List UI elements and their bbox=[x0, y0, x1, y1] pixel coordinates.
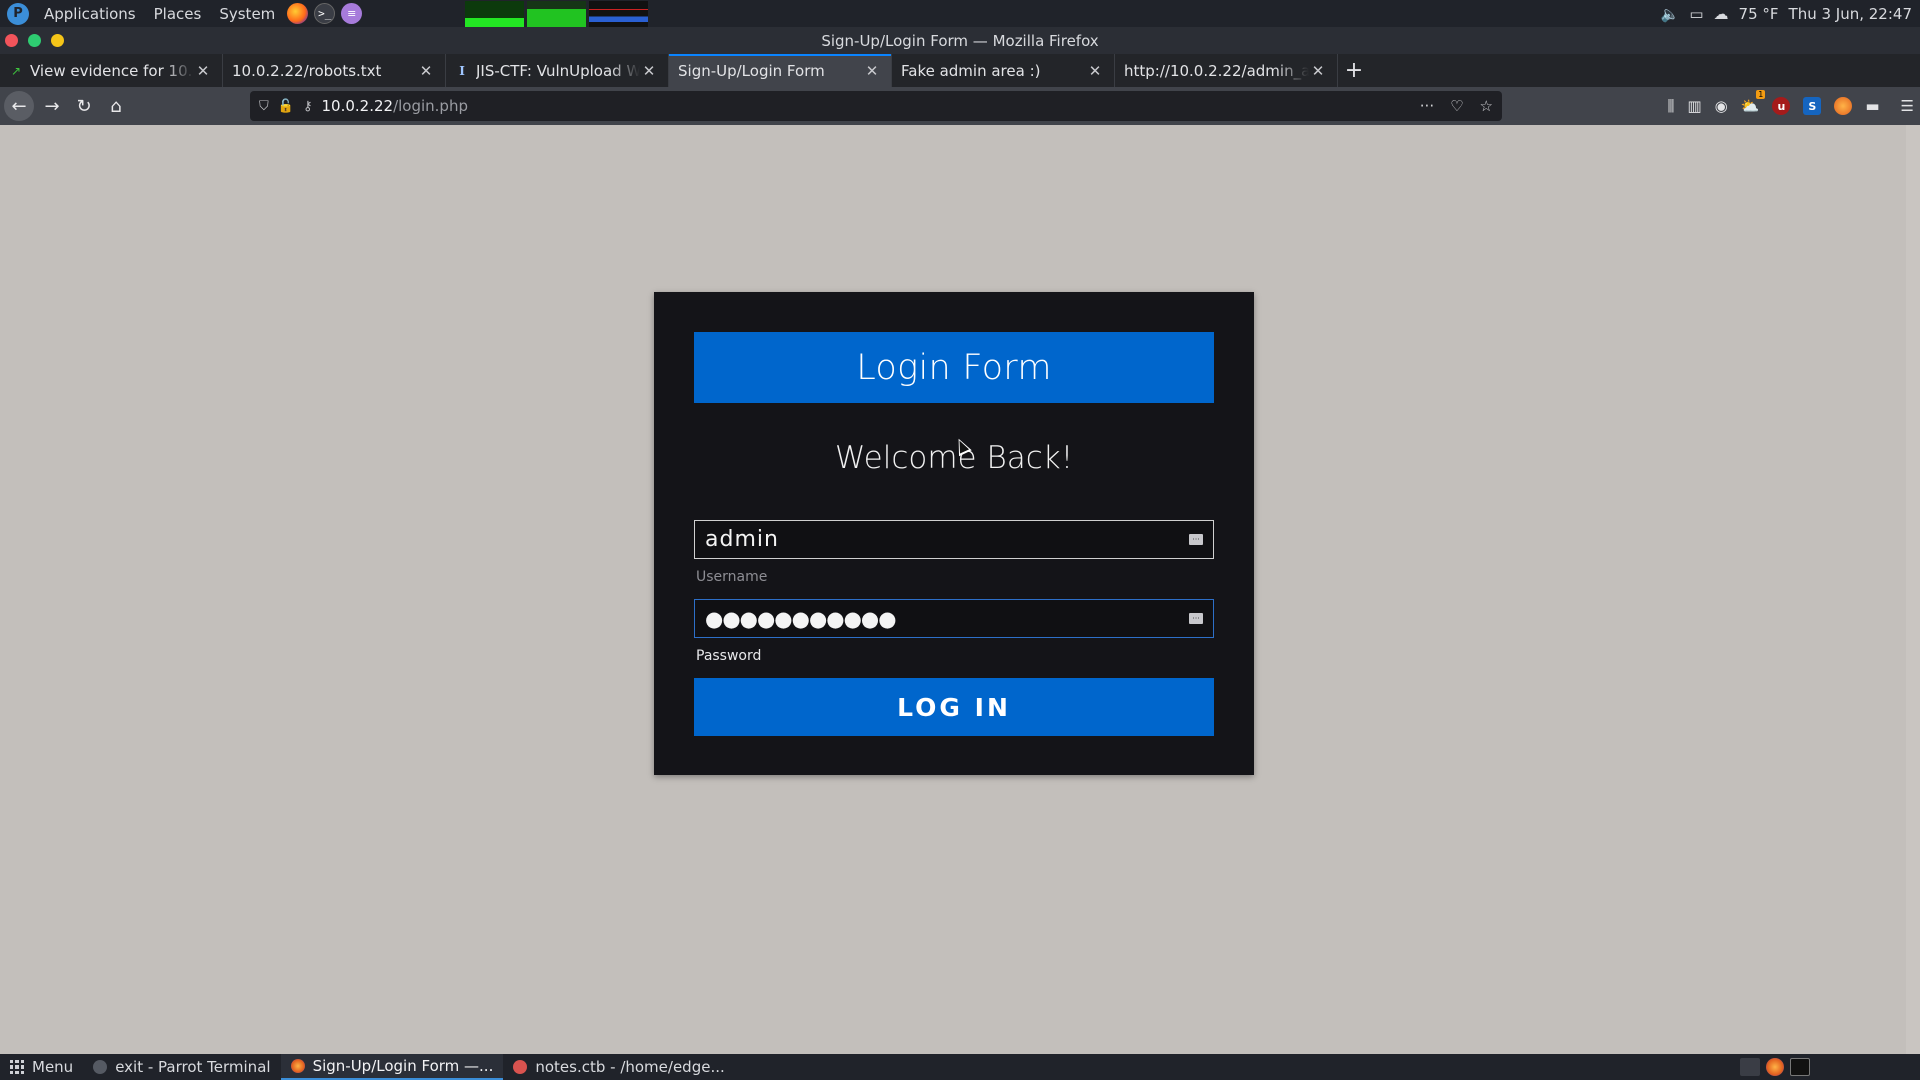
tab-close-icon[interactable]: ✕ bbox=[863, 62, 881, 80]
form-header: Login Form bbox=[694, 332, 1214, 403]
system-menu[interactable]: System bbox=[210, 0, 284, 27]
text-editor-launcher-icon[interactable]: ≡ bbox=[341, 3, 363, 24]
taskbar-item-label: exit - Parrot Terminal bbox=[115, 1058, 271, 1076]
tab-close-icon[interactable]: ✕ bbox=[417, 62, 435, 80]
places-menu[interactable]: Places bbox=[145, 0, 211, 27]
workspace-switcher-icon[interactable] bbox=[1790, 1058, 1810, 1076]
page-content: Login Form Welcome Back! admin ··· Usern… bbox=[0, 125, 1920, 1054]
page-actions-icon[interactable]: ··· bbox=[1420, 97, 1434, 115]
firefox-icon bbox=[290, 1059, 305, 1073]
system-monitors bbox=[465, 0, 651, 27]
s-extension-icon[interactable]: S bbox=[1803, 97, 1822, 115]
firefox-launcher-icon[interactable] bbox=[287, 3, 309, 24]
url-path: /login.php bbox=[393, 97, 468, 115]
window-maximize-button[interactable] bbox=[28, 34, 41, 47]
taskbar-menu-button[interactable]: Menu bbox=[0, 1058, 83, 1076]
tab-login-form[interactable]: Sign-Up/Login Form ✕ bbox=[669, 54, 892, 87]
taskbar-item-terminal[interactable]: exit - Parrot Terminal bbox=[83, 1054, 280, 1080]
keyboard-tray-icon[interactable] bbox=[1740, 1058, 1760, 1076]
back-arrow-icon[interactable]: ← bbox=[4, 91, 34, 121]
taskbar-item-notes[interactable]: notes.ctb - /home/edge... bbox=[503, 1054, 734, 1080]
account-icon[interactable]: ◉ bbox=[1715, 97, 1728, 115]
ublock-icon[interactable]: u bbox=[1772, 97, 1791, 115]
tab-title: JIS-CTF: VulnUpload Wa bbox=[476, 61, 640, 80]
key-icon[interactable]: ⚷ bbox=[303, 99, 313, 114]
password-label: Password bbox=[696, 648, 762, 664]
hamburger-menu-icon[interactable]: ☰ bbox=[1901, 97, 1914, 115]
password-manager-icon[interactable]: ··· bbox=[1189, 534, 1203, 545]
window-titlebar: Sign-Up/Login Form — Mozilla Firefox bbox=[0, 27, 1920, 54]
apps-grid-icon bbox=[10, 1060, 24, 1074]
username-value: admin bbox=[705, 527, 779, 552]
tab-close-icon[interactable]: ✕ bbox=[1309, 62, 1327, 80]
applications-menu[interactable]: Applications bbox=[35, 0, 145, 27]
tracking-shield-icon[interactable]: ⛉ bbox=[259, 99, 269, 114]
window-title: Sign-Up/Login Form — Mozilla Firefox bbox=[821, 31, 1099, 50]
tab-close-icon[interactable]: ✕ bbox=[194, 62, 212, 80]
insecure-lock-icon[interactable]: 🔓 bbox=[278, 99, 294, 114]
sidebar-icon[interactable]: ▥ bbox=[1687, 97, 1701, 115]
taskbar-item-firefox[interactable]: Sign-Up/Login Form —... bbox=[280, 1054, 504, 1080]
tab-title: Fake admin area :) bbox=[901, 61, 1041, 80]
weather-temperature[interactable]: 75 °F bbox=[1739, 5, 1779, 23]
tab-title: 10.0.2.22/robots.txt bbox=[232, 61, 382, 80]
tab-close-icon[interactable]: ✕ bbox=[640, 62, 658, 80]
overflow-icon[interactable]: ▬ bbox=[1865, 97, 1879, 115]
new-tab-plus-icon[interactable]: + bbox=[1338, 54, 1370, 87]
log-in-button[interactable]: LOG IN bbox=[694, 678, 1214, 736]
volume-icon[interactable]: 🔈 bbox=[1661, 5, 1680, 23]
tab-title: http://10.0.2.22/admin_area bbox=[1124, 61, 1309, 80]
library-icon[interactable]: ⫼ bbox=[1667, 97, 1674, 115]
password-input[interactable]: ●●●●●●●●●●● ··· bbox=[694, 599, 1214, 638]
tab-admin-area[interactable]: http://10.0.2.22/admin_area ✕ bbox=[1115, 54, 1338, 87]
extension-badge-icon[interactable]: ⛅ 1 bbox=[1741, 90, 1766, 115]
username-label: Username bbox=[696, 569, 768, 585]
taskbar-item-label: notes.ctb - /home/edge... bbox=[535, 1058, 725, 1076]
window-close-button[interactable] bbox=[5, 34, 18, 47]
cherrytree-icon bbox=[513, 1060, 528, 1074]
login-card: Login Form Welcome Back! admin ··· Usern… bbox=[654, 292, 1254, 775]
pocket-icon[interactable]: ♡ bbox=[1450, 97, 1463, 115]
page-scrollbar[interactable] bbox=[1906, 125, 1920, 1054]
tab-fake-admin[interactable]: Fake admin area :) ✕ bbox=[892, 54, 1115, 87]
taskbar-item-label: Sign-Up/Login Form —... bbox=[312, 1057, 494, 1075]
url-host: 10.0.2.22 bbox=[321, 97, 394, 115]
tab-title: View evidence for 10.0.2.2 bbox=[30, 61, 194, 80]
cpu-monitor-graph bbox=[465, 0, 525, 27]
taskbar-menu-label: Menu bbox=[32, 1058, 74, 1076]
tab-jis-ctf[interactable]: I JIS-CTF: VulnUpload Wa ✕ bbox=[446, 54, 669, 87]
tab-strip: ↗ View evidence for 10.0.2.2 ✕ 10.0.2.22… bbox=[0, 54, 1920, 87]
password-manager-icon[interactable]: ··· bbox=[1189, 613, 1203, 624]
display-icon[interactable]: ▭ bbox=[1689, 5, 1703, 23]
tab-title: Sign-Up/Login Form bbox=[678, 61, 825, 80]
tab-view-evidence[interactable]: ↗ View evidence for 10.0.2.2 ✕ bbox=[0, 54, 223, 87]
home-icon[interactable]: ⌂ bbox=[100, 90, 132, 122]
clock[interactable]: Thu 3 Jun, 22:47 bbox=[1789, 5, 1912, 23]
url-bar[interactable]: ⛉ 🔓 ⚷ 10.0.2.22/login.php ··· ♡ ☆ bbox=[250, 91, 1502, 121]
parrot-logo-icon[interactable]: P bbox=[7, 2, 29, 25]
firefox-tray-icon[interactable] bbox=[1766, 1058, 1784, 1076]
desktop-taskbar: Menu exit - Parrot Terminal Sign-Up/Logi… bbox=[0, 1054, 1920, 1080]
terminal-launcher-icon[interactable]: >_ bbox=[314, 3, 336, 24]
window-minimize-button[interactable] bbox=[51, 34, 64, 47]
memory-monitor-graph bbox=[527, 0, 587, 27]
tab-robots-txt[interactable]: 10.0.2.22/robots.txt ✕ bbox=[223, 54, 446, 87]
weather-icon: ☁ bbox=[1713, 4, 1729, 23]
terminal-icon bbox=[93, 1060, 108, 1074]
username-input[interactable]: admin ··· bbox=[694, 520, 1214, 559]
reload-icon[interactable]: ↻ bbox=[68, 90, 100, 122]
forward-arrow-icon[interactable]: → bbox=[36, 90, 68, 122]
bookmark-star-icon[interactable]: ☆ bbox=[1480, 97, 1493, 115]
evidence-favicon-icon: ↗ bbox=[10, 63, 22, 78]
jis-ctf-favicon-icon: I bbox=[459, 63, 465, 78]
tab-close-icon[interactable]: ✕ bbox=[1086, 62, 1104, 80]
password-mask: ●●●●●●●●●●● bbox=[705, 606, 897, 631]
desktop-top-panel: P Applications Places System >_ ≡ 🔈 ▭ ☁ … bbox=[0, 0, 1920, 27]
network-monitor-graph bbox=[589, 0, 649, 27]
navigation-toolbar: ← → ↻ ⌂ ⛉ 🔓 ⚷ 10.0.2.22/login.php ··· ♡ … bbox=[0, 87, 1920, 125]
foxyproxy-icon[interactable] bbox=[1834, 97, 1853, 115]
